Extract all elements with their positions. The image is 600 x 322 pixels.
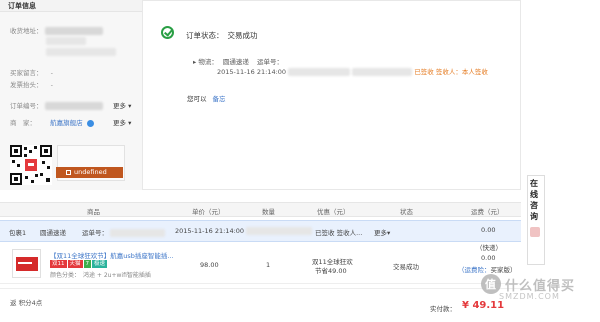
qr-pattern [10,145,52,185]
package-carrier: 圆通速递 [40,229,66,237]
double11-badge: 双11 [50,260,67,268]
package-location-redacted [246,227,312,235]
watermark-logo [481,274,501,294]
paid-label: 实付款： [430,305,456,313]
buyer-message-row: 买家留言： - [10,67,53,77]
buyer-message-value: - [50,69,53,77]
success-check-icon [161,26,174,39]
product-title-link[interactable]: 【双11全球狂欢节】航嘉usb插座智能插... [50,250,180,260]
logistics-carrier: 圆通速递 [222,58,249,66]
package-name: 包裹1 [9,229,27,237]
header-discount: 优惠（元） [317,208,350,216]
seller-more-link[interactable]: 更多 ▾ [113,117,131,127]
suggest-label: 您可以 [187,95,207,103]
order-number-label: 订单编号： [10,102,43,110]
package-more-link[interactable]: 更多▾ [374,227,390,237]
logistics-signed-text: 已签收 签收人：本人签收 [414,68,488,76]
header-unit-price: 单价（元） [192,208,225,216]
tracking-label: 运单号： [257,58,283,66]
item-quantity: 1 [266,261,271,269]
caret-down-icon: ▾ [128,102,132,110]
caret-down-icon: ▾ [128,119,132,127]
header-shipping: 运费（元） [471,208,504,216]
invoice-title-value: - [50,81,53,89]
order-status-value: 交易成功 [227,31,258,40]
invoice-title-label: 发票抬头： [10,81,43,89]
shipping-address-redacted [44,27,103,35]
express-badge: 极速 [92,260,108,268]
package-signed: 已签收 签收人... [315,229,363,237]
table-header [0,202,521,217]
shipping-address-row: 收货地址： [10,25,103,35]
product-attributes: 颜色分类： 鸿途 + 2u+wifi智能插插 [50,272,151,279]
logistics-detail-row: 2015-11-16 21:14:00 已签收 签收人：本人签收 [217,66,488,76]
package-tracking-label: 运单号： [82,229,108,237]
suggest-row: 您可以 备忘 [187,93,226,103]
order-info-header: 订单信息 [0,0,142,12]
logistics-location-redacted-2 [352,68,413,76]
order-more-label: 更多 [113,102,126,110]
shop-name-link[interactable]: 航嘉旗舰店 [50,119,83,127]
unit-price: 98.00 [200,261,219,269]
seller-more-label: 更多 [113,119,126,127]
order-status: 订单状态： 交易成功 [186,30,258,41]
logistics-time: 2015-11-16 21:14:00 [217,68,287,76]
header-quantity: 数量 [262,208,275,216]
chat-icon[interactable] [86,119,94,127]
product-badges: 双11 天猫 7 极速 [50,260,108,268]
seven-day-return-badge: 7 [83,260,92,268]
watermark: 什么值得买 SMZDM.COM [481,272,596,317]
consult-avatar-icon [530,227,540,237]
buyer-message-label: 买家留言： [10,69,43,77]
shipping-address-line3 [46,48,116,56]
logistics-location-redacted [288,68,351,76]
invoice-title-row: 发票抬头： - [10,79,53,89]
package-time: 2015-11-16 21:14:00 [175,227,245,235]
bullet-icon: ▸ [193,58,197,66]
undefined-button[interactable]: undefined [56,167,123,178]
package-location-row [246,227,312,235]
order-number-row: 订单编号： [10,100,103,110]
logistics-label: 物流： [198,58,218,66]
online-consult-label: 在线咨询 [530,179,538,221]
reward-points: 返 积分4点 [10,299,43,307]
undefined-label: undefined [74,168,107,176]
phone-icon [66,169,71,175]
shipping-address-line2 [46,37,86,45]
order-status-label: 订单状态： [186,31,224,40]
memo-link[interactable]: 备忘 [213,95,226,103]
discount-line-2: 节省49.00 [315,267,347,275]
seller-row: 商 家： 航嘉旗舰店 [10,117,94,127]
product-thumbnail[interactable] [12,249,41,278]
qr-code [10,145,52,185]
shipping-address-redacted-3 [46,48,116,56]
order-number-redacted [44,102,103,110]
package-tracking-redacted [110,229,166,237]
thumbnail-product-body [16,257,38,271]
shipping-address-redacted-2 [46,37,86,45]
header-status: 状态 [400,208,413,216]
insurance-fee: 0.00 [481,254,496,262]
shipping-type: （快递） [476,244,502,252]
watermark-subtext: SMZDM.COM [499,292,560,301]
seller-label: 商 家： [10,119,36,127]
logistics-row: ▸ 物流： 圆通速递 运单号： [193,56,283,66]
item-status: 交易成功 [393,263,419,271]
tmall-badge: 天猫 [67,260,83,268]
package-more-label: 更多 [374,229,387,237]
header-product: 商品 [87,208,100,216]
order-more-link[interactable]: 更多 ▾ [113,100,131,110]
package-tracking-row: 运单号： [82,227,166,237]
thumbnail-product-stripe [18,262,32,264]
shipping-fee-top: 0.00 [481,226,496,234]
caret-down-icon: ▾ [387,229,391,237]
shipping-address-label: 收货地址： [10,27,43,35]
